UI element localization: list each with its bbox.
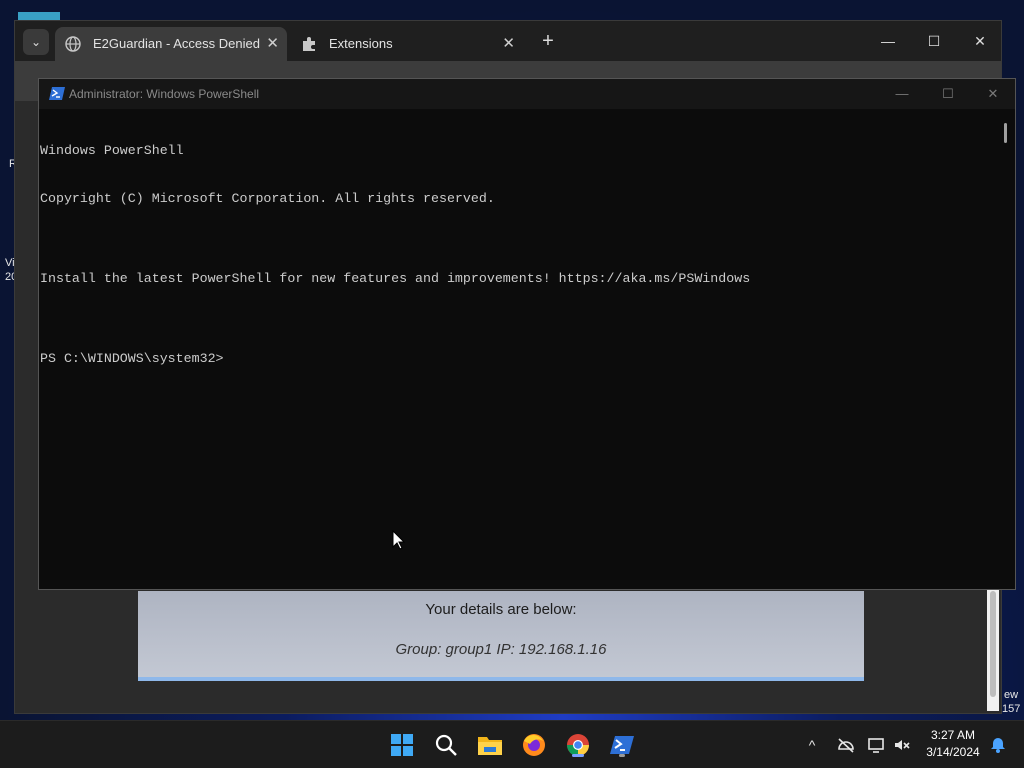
title-bar[interactable]: Administrator: Windows PowerShell — ☐ ✕	[39, 79, 1015, 109]
search-button[interactable]	[430, 729, 462, 761]
clock-date: 3/14/2024	[926, 745, 980, 759]
globe-icon	[65, 36, 81, 52]
tab-strip: ⌄ E2Guardian - Access Denied ✕ Extension…	[15, 21, 1001, 61]
file-explorer-icon	[478, 737, 502, 755]
tab-e2guardian[interactable]: E2Guardian - Access Denied ✕	[55, 27, 287, 61]
start-icon	[391, 734, 413, 756]
tab-label: Extensions	[329, 36, 393, 51]
console-scrollbar[interactable]	[997, 109, 1015, 589]
close-icon[interactable]: ✕	[502, 27, 515, 61]
console-line: Copyright (C) Microsoft Corporation. All…	[40, 191, 495, 206]
clock-time: 3:27 AM	[930, 728, 976, 742]
maximize-button[interactable]: ☐	[919, 29, 949, 53]
taskbar: ^ 3:27 AM 3/14/2024	[0, 720, 1024, 768]
details-heading: Your details are below:	[425, 601, 577, 618]
console-line: Windows PowerShell	[40, 143, 184, 158]
volume-muted-icon[interactable]	[890, 733, 914, 757]
powershell-window: Administrator: Windows PowerShell — ☐ ✕ …	[38, 78, 1016, 590]
close-button[interactable]: ✕	[970, 79, 1016, 109]
window-title: Administrator: Windows PowerShell	[69, 87, 260, 101]
console-output[interactable]: Windows PowerShell Copyright (C) Microso…	[39, 109, 999, 589]
close-button[interactable]: ✕	[965, 29, 995, 53]
chrome-button[interactable]	[562, 729, 594, 761]
desktop-app-fragment	[18, 12, 60, 20]
desktop-icon-label[interactable]: ew	[1004, 688, 1018, 702]
display-icon[interactable]	[864, 733, 888, 757]
search-icon	[435, 734, 457, 756]
clock[interactable]: 3:27 AM 3/14/2024	[918, 727, 988, 761]
puzzle-icon	[303, 37, 315, 51]
notification-bell-icon[interactable]	[986, 733, 1010, 757]
file-explorer-button[interactable]	[474, 729, 506, 761]
e2guardian-details-panel: Your details are below: Group: group1 IP…	[138, 591, 864, 681]
details-text: Group: group1 IP: 192.168.1.16	[395, 641, 607, 658]
close-icon[interactable]: ✕	[266, 27, 279, 61]
console-prompt[interactable]: PS C:\WINDOWS\system32>	[40, 351, 999, 367]
powershell-icon	[49, 87, 65, 100]
page-scrollbar[interactable]	[987, 587, 999, 711]
tab-label: E2Guardian - Access Denied	[93, 36, 260, 51]
network-icon[interactable]	[834, 733, 858, 757]
tab-search-button[interactable]: ⌄	[23, 29, 49, 55]
firefox-icon	[523, 734, 545, 756]
firefox-button[interactable]	[518, 729, 550, 761]
minimize-button[interactable]: —	[873, 29, 903, 53]
running-indicator	[619, 754, 625, 757]
minimize-button[interactable]: —	[879, 79, 925, 109]
new-tab-button[interactable]: +	[535, 29, 561, 55]
maximize-button[interactable]: ☐	[925, 79, 971, 109]
powershell-button[interactable]	[606, 729, 638, 761]
mouse-cursor-icon	[392, 530, 406, 550]
tab-extensions[interactable]: Extensions ✕	[291, 27, 523, 61]
console-line: Install the latest PowerShell for new fe…	[40, 271, 751, 286]
start-button[interactable]	[386, 729, 418, 761]
desktop-icon-label[interactable]: 157	[1002, 702, 1020, 716]
active-indicator	[572, 754, 584, 757]
chevron-up-icon[interactable]: ^	[800, 733, 824, 757]
